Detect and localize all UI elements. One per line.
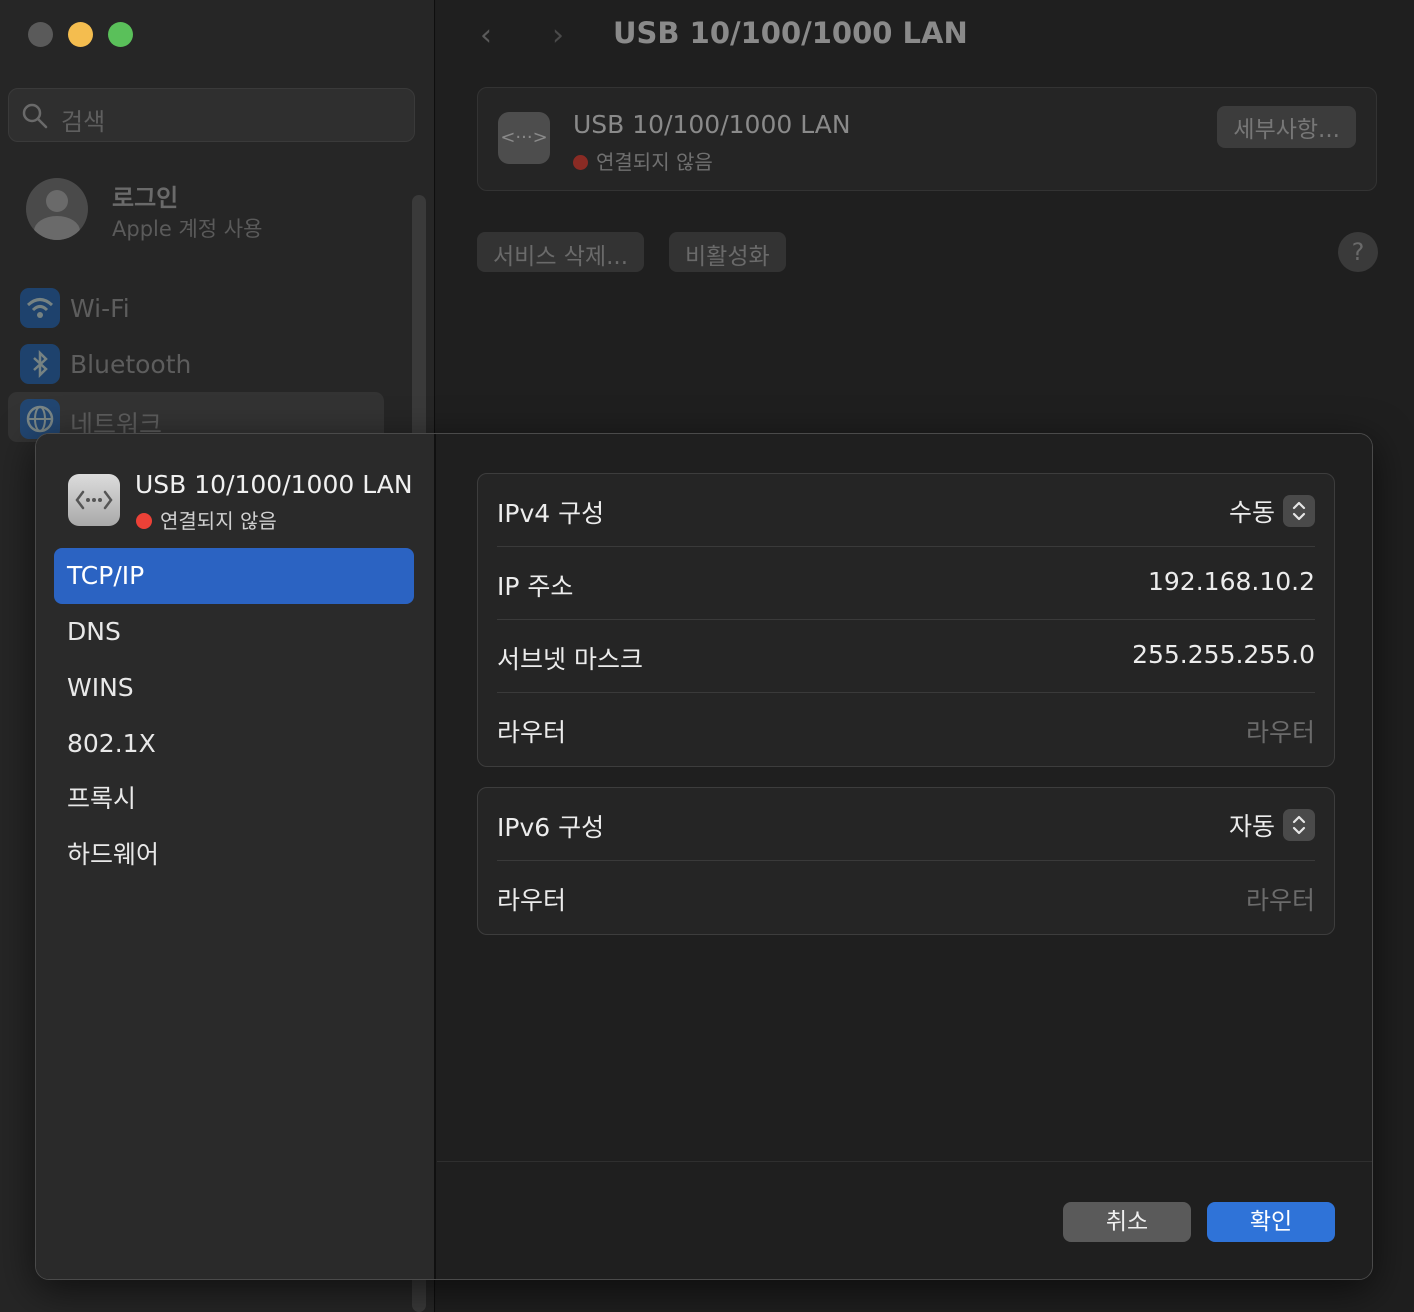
system-settings-window: 검색 로그인 Apple 계정 사용 Wi-Fi Bluetooth 네트워크 … <box>0 0 1414 1312</box>
ok-button[interactable]: 확인 <box>1207 1202 1335 1242</box>
ip-address-field[interactable]: 192.168.10.2 <box>1148 567 1315 596</box>
tab-8021x[interactable]: 802.1X <box>54 716 414 772</box>
search-field[interactable]: 검색 <box>8 88 415 142</box>
ipv6-config-row: IPv6 구성 자동 <box>497 788 1315 861</box>
forward-chevron-icon[interactable]: › <box>552 18 564 53</box>
minimize-window-button[interactable] <box>68 22 93 47</box>
ip-address-row: IP 주소 192.168.10.2 <box>497 547 1315 620</box>
service-status-text: 연결되지 않음 <box>596 150 713 174</box>
ipv4-router-row: 라우터 라우터 <box>497 693 1315 766</box>
tcpip-sheet: USB 10/100/1000 LAN 연결되지 않음 TCP/IP DNS W… <box>35 433 1373 1280</box>
close-window-button[interactable] <box>28 22 53 47</box>
ipv6-config-select[interactable]: 자동 <box>1229 807 1315 843</box>
search-placeholder: 검색 <box>61 108 106 136</box>
service-title: USB 10/100/1000 LAN <box>573 110 851 139</box>
back-chevron-icon[interactable]: ‹ <box>480 18 492 53</box>
ethernet-icon <box>68 474 120 526</box>
ipv6-router-label: 라우터 <box>497 886 567 915</box>
ipv4-router-field[interactable]: 라우터 <box>1246 713 1315 749</box>
wifi-icon <box>20 288 60 328</box>
tab-proxy[interactable]: 프록시 <box>54 771 414 827</box>
avatar[interactable] <box>26 178 88 240</box>
account-title[interactable]: 로그인 <box>112 178 178 213</box>
ipv4-config-value: 수동 <box>1228 498 1275 527</box>
status-dot-icon <box>573 155 588 170</box>
footer-divider <box>437 1161 1372 1162</box>
ipv4-group: IPv4 구성 수동 IP 주소 192.168.10.2 서브넷 마스크 25… <box>477 473 1335 767</box>
bluetooth-icon <box>20 344 60 384</box>
status-dot-icon <box>136 513 152 529</box>
delete-service-button[interactable]: 서비스 삭제... <box>477 232 645 272</box>
details-button[interactable]: 세부사항... <box>1217 106 1356 148</box>
sheet-content: IPv4 구성 수동 IP 주소 192.168.10.2 서브넷 마스크 25… <box>437 434 1372 1279</box>
deactivate-button[interactable]: 비활성화 <box>669 232 786 272</box>
cancel-button[interactable]: 취소 <box>1063 1202 1191 1242</box>
service-card: <···> USB 10/100/1000 LAN 연결되지 않음 세부사항..… <box>477 87 1377 191</box>
ethernet-icon: <···> <box>498 112 550 164</box>
subnet-mask-row: 서브넷 마스크 255.255.255.0 <box>497 620 1315 693</box>
sheet-sidebar: USB 10/100/1000 LAN 연결되지 않음 TCP/IP DNS W… <box>36 434 436 1279</box>
zoom-window-button[interactable] <box>108 22 133 47</box>
tab-tcpip[interactable]: TCP/IP <box>54 548 414 604</box>
tab-dns[interactable]: DNS <box>54 604 414 660</box>
ipv6-config-value: 자동 <box>1228 812 1275 841</box>
ip-address-label: IP 주소 <box>497 572 574 601</box>
window-title: USB 10/100/1000 LAN <box>613 16 968 50</box>
up-down-chevron-icon <box>1283 495 1315 527</box>
ipv6-router-row: 라우터 라우터 <box>497 861 1315 934</box>
subnet-mask-label: 서브넷 마스크 <box>497 645 643 674</box>
sidebar-item-label: Wi-Fi <box>70 294 130 323</box>
tab-wins[interactable]: WINS <box>54 660 414 716</box>
ipv4-config-label: IPv4 구성 <box>497 499 605 528</box>
ipv4-router-label: 라우터 <box>497 718 567 747</box>
interface-title: USB 10/100/1000 LAN <box>135 470 413 499</box>
service-status: 연결되지 않음 <box>573 146 713 175</box>
subnet-mask-field[interactable]: 255.255.255.0 <box>1132 640 1315 669</box>
tab-hardware[interactable]: 하드웨어 <box>54 827 414 883</box>
interface-status-text: 연결되지 않음 <box>160 509 277 533</box>
sidebar-item-label: Bluetooth <box>70 350 192 379</box>
up-down-chevron-icon <box>1283 809 1315 841</box>
ipv6-group: IPv6 구성 자동 라우터 라우터 <box>477 787 1335 935</box>
ipv6-router-field[interactable]: 라우터 <box>1246 881 1315 917</box>
account-subtitle: Apple 계정 사용 <box>112 217 263 241</box>
ipv4-config-select[interactable]: 수동 <box>1229 493 1315 529</box>
search-icon <box>22 103 48 129</box>
ipv6-config-label: IPv6 구성 <box>497 813 605 842</box>
help-button[interactable]: ? <box>1338 232 1378 272</box>
ipv4-config-row: IPv4 구성 수동 <box>497 474 1315 547</box>
interface-status: 연결되지 않음 <box>136 505 277 534</box>
